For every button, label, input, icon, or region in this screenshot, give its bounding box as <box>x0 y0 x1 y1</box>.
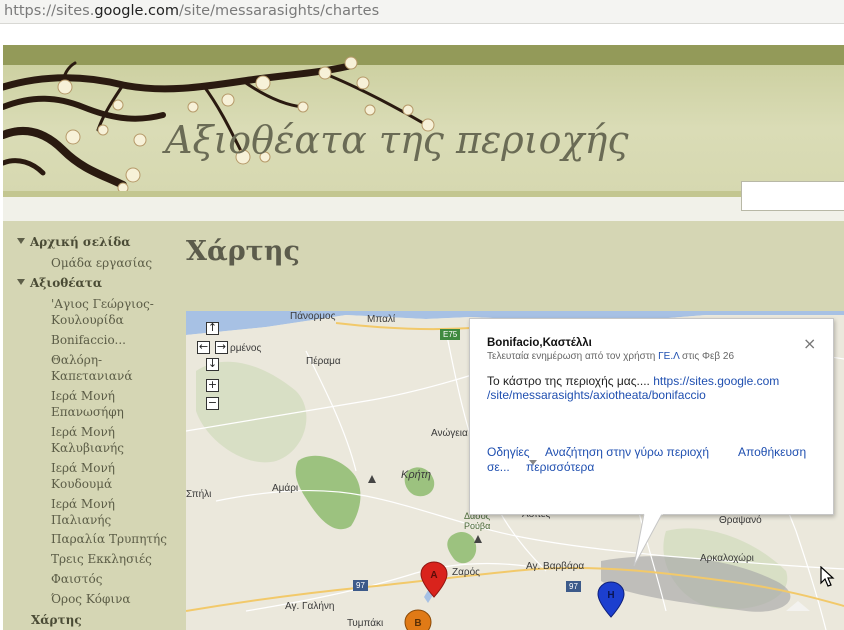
map-label-kriti: Κρήτη <box>401 469 431 481</box>
updated-user-link[interactable]: ΓΕ.Λ <box>658 351 679 362</box>
marker-b-label: B <box>414 618 421 629</box>
map-label-text: Ρούβα <box>464 521 491 531</box>
sidebar-item-label: Επανωσήφη <box>51 405 124 419</box>
zoom-out-button[interactable]: − <box>206 397 219 410</box>
address-bar[interactable]: https://sites.google.com/site/messarasig… <box>0 0 844 24</box>
map-label-panormos-partial: ρμένος <box>230 343 262 354</box>
zoom-in-button[interactable]: + <box>206 379 219 392</box>
info-window-tail <box>633 513 663 567</box>
content-top-strip <box>3 197 844 221</box>
map-label-mpali: Μπαλί <box>367 314 396 325</box>
directions-link[interactable]: Οδηγίες <box>487 445 530 460</box>
save-to-link[interactable]: Αποθήκευση <box>738 445 806 460</box>
info-window-title: Bonifacio,Καστέλλι <box>487 337 592 349</box>
map-label-tympaki: Τυμπάκι <box>347 618 384 629</box>
sidebar-item-label: Ιερά Μονή <box>51 425 115 439</box>
sidebar-item-label: Ιερά Μονή <box>51 497 115 511</box>
sidebar-item-treis-ekklisies[interactable]: Τρεις Εκκλησιές <box>51 551 152 567</box>
info-window-updated: Τελευταία ενημέρωση από τον χρήστη ΓΕ.Λ … <box>487 351 734 362</box>
sidebar-item-label: Ιερά Μονή <box>51 389 115 403</box>
mouse-cursor-icon <box>820 566 835 587</box>
map-label-zaros: Ζαρός <box>452 567 480 578</box>
pan-down-button[interactable]: ↓ <box>206 358 219 371</box>
road-sign-97: 97 <box>566 581 581 592</box>
sidebar-item-sights[interactable]: Αξιοθέατα <box>17 275 102 291</box>
map-label-anogia: Ανώγεια <box>431 428 468 439</box>
sidebar-item-moni-kalyviani[interactable]: Ιερά Μονή Καλυβιανής <box>51 424 124 456</box>
sidebar-item-oros-kofina[interactable]: Όρος Κόφινα <box>51 591 131 607</box>
search-nearby-link[interactable]: Αναζήτηση στην γύρω περιοχή <box>545 445 709 460</box>
sidebar-item-moni-koudouma[interactable]: Ιερά Μονή Κουδουμά <box>51 460 115 492</box>
description-link[interactable]: https://sites.google.com <box>653 374 779 388</box>
sidebar-item-moni-epanosifi[interactable]: Ιερά Μονή Επανωσήφη <box>51 388 124 420</box>
map-label-ag-galini: Αγ. Γαλήνη <box>285 601 335 612</box>
marker-a-label: A <box>430 570 437 581</box>
sidebar-item-home[interactable]: Αρχική σελίδα <box>17 234 131 250</box>
sidebar-item-label: Αρχική σελίδα <box>30 235 131 249</box>
sidebar-item-label: Αξιοθέατα <box>30 276 103 290</box>
pan-right-button[interactable]: → <box>215 341 228 354</box>
sidebar-item-label: Καπετανιανά <box>51 369 133 383</box>
marker-b[interactable]: B <box>404 609 434 630</box>
updated-date: στις Φεβ 26 <box>679 351 735 362</box>
marker-info-window: Bonifacio,Καστέλλι × Τελευταία ενημέρωση… <box>469 318 834 515</box>
sidebar-item-work-group[interactable]: Ομάδα εργασίας <box>51 255 152 271</box>
description-link[interactable]: /site/messarasights/axiotheata/bonifacci… <box>487 388 706 402</box>
road-sign-e75: E75 <box>440 329 461 340</box>
sidebar-item-label: Θαλόρη- <box>51 353 103 367</box>
description-text: Το κάστρο της περιοχής μας.... <box>487 374 654 388</box>
marker-h-label: H <box>607 590 614 601</box>
sidebar-item-label: Κουλουρίδα <box>51 313 124 327</box>
sidebar-item-label: Παλιανής <box>51 513 112 527</box>
close-icon[interactable]: × <box>803 334 816 353</box>
map-label-spili: Σπήλι <box>186 489 212 500</box>
info-window-description: Το κάστρο της περιοχής μας.... https://s… <box>487 374 827 402</box>
page-title: Χάρτης <box>186 236 300 267</box>
sidebar-item-moni-paliani[interactable]: Ιερά Μονή Παλιανής <box>51 496 115 528</box>
pan-up-button[interactable]: ↑ <box>206 322 219 335</box>
url-prefix: https://sites. <box>4 3 95 19</box>
page-top-gap <box>0 24 844 45</box>
sidebar-item-label: 'Αγιος Γεώργιος- <box>51 297 154 311</box>
sidebar-item-thalori[interactable]: Θαλόρη- Καπετανιανά <box>51 352 132 384</box>
save-to-link-continued[interactable]: σε... <box>487 460 510 475</box>
marker-h[interactable]: H <box>597 581 627 621</box>
site-title[interactable]: Αξιοθέατα της περιοχής <box>165 118 629 162</box>
map-label-amari: Αμάρι <box>272 483 299 494</box>
sidebar-item-label: Κουδουμά <box>51 477 113 491</box>
url-domain: google.com <box>94 3 180 19</box>
map-label-ag-varvara: Αγ. Βαρβάρα <box>526 561 585 572</box>
pan-left-button[interactable]: ← <box>197 341 210 354</box>
sidebar-item-trypiti-beach[interactable]: Παραλία Τρυπητής <box>51 531 167 547</box>
updated-prefix: Τελευταία ενημέρωση από τον χρήστη <box>487 351 659 362</box>
expand-triangle-icon[interactable] <box>17 279 25 285</box>
sidebar-item-agios-georgios[interactable]: 'Αγιος Γεώργιος- Κουλουρίδα <box>51 296 154 328</box>
sidebar-item-faistos[interactable]: Φαιστός <box>51 571 102 587</box>
expand-triangle-icon[interactable] <box>17 238 25 244</box>
marker-a[interactable]: A <box>420 561 450 601</box>
sidebar-item-label: Καλυβιανής <box>51 441 124 455</box>
url-path: /site/messarasights/chartes <box>179 3 380 19</box>
sidebar-item-bonifaccio[interactable]: Bonifaccio... <box>51 332 126 348</box>
sidebar-item-map[interactable]: Χάρτης <box>31 612 82 628</box>
map-label-arkalochori: Αρκαλοχώρι <box>700 553 754 564</box>
sidebar-item-label: Ιερά Μονή <box>51 461 115 475</box>
search-input[interactable] <box>741 181 844 211</box>
map-label-perama: Πέραμα <box>306 356 341 367</box>
chevron-down-icon <box>529 460 537 465</box>
map-label-thrapsano: Θραψανό <box>719 515 762 526</box>
road-sign-97: 97 <box>353 580 368 591</box>
map-label-panormos: Πάνορμος <box>290 311 336 322</box>
